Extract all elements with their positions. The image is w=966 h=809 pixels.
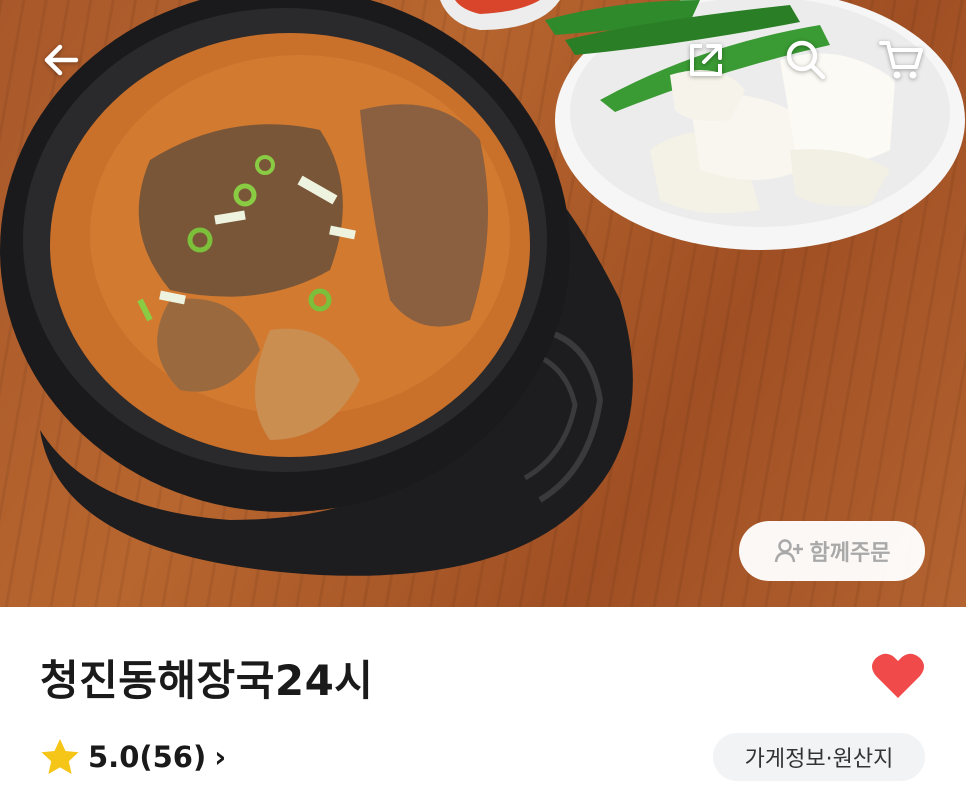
- back-button[interactable]: [38, 36, 86, 84]
- store-name: 청진동해장국24시: [40, 656, 374, 705]
- search-icon: [786, 40, 826, 80]
- store-hero-image: 함께주문: [0, 0, 966, 607]
- chevron-right-icon: ›: [214, 740, 227, 774]
- food-photo: [0, 0, 965, 576]
- cart-icon: [879, 41, 923, 79]
- share-button[interactable]: [682, 36, 730, 84]
- favorite-button[interactable]: [870, 651, 926, 701]
- store-info-section: 청진동해장국24시 5.0 (56) › 가게정보·원산지: [0, 607, 966, 809]
- back-arrow-icon: [44, 44, 79, 76]
- rating-link[interactable]: 5.0 (56) ›: [40, 735, 226, 779]
- share-icon: [690, 44, 722, 76]
- store-info-origin-button[interactable]: 가게정보·원산지: [713, 733, 925, 781]
- together-order-button[interactable]: 함께주문: [739, 521, 925, 581]
- review-count: (56): [139, 740, 207, 774]
- search-button[interactable]: [782, 36, 830, 84]
- star-icon: [41, 739, 79, 774]
- heart-icon: [872, 653, 924, 698]
- rating-value: 5.0: [88, 740, 140, 774]
- together-order-label: 함께주문: [809, 541, 891, 566]
- cart-button[interactable]: [878, 36, 926, 84]
- person-add-icon: [774, 539, 803, 563]
